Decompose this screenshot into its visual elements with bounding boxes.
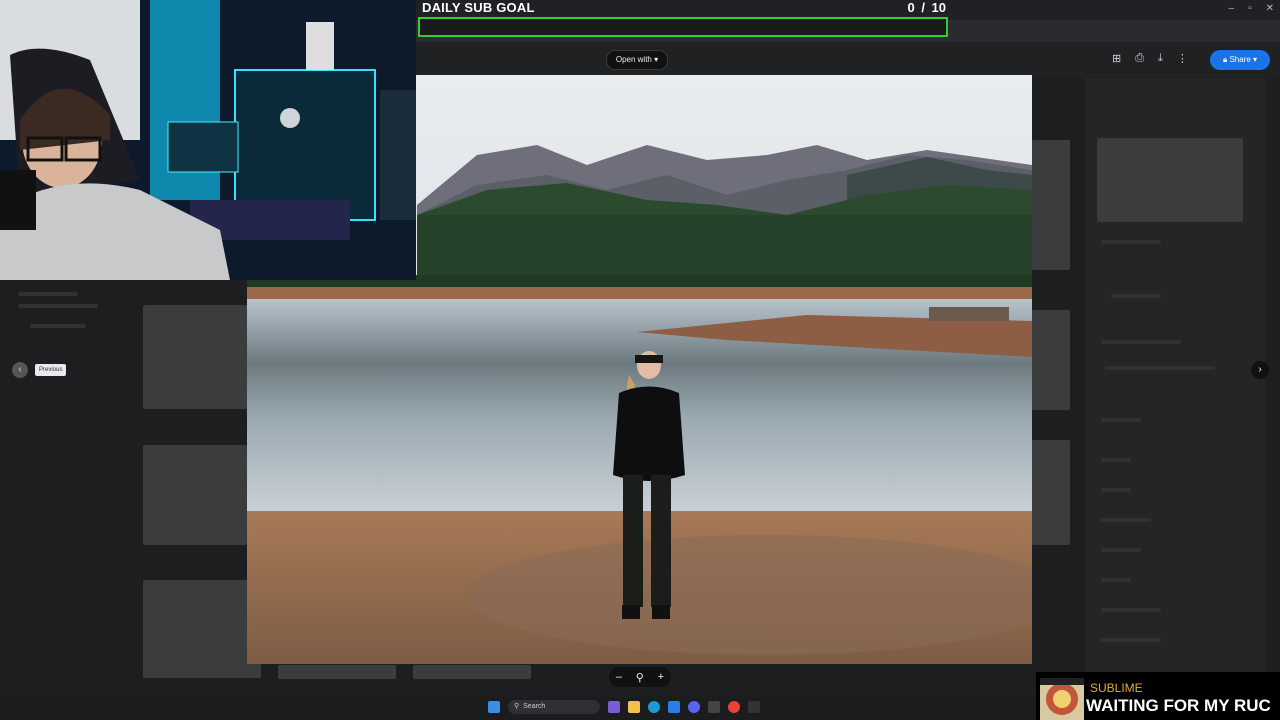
discord-icon[interactable]	[688, 701, 700, 713]
search-icon: ⚲	[514, 703, 520, 710]
now-playing-artist: SUBLIME	[1090, 681, 1143, 695]
webcam-overlay	[0, 0, 416, 280]
details-line	[1101, 488, 1131, 492]
app-icon[interactable]	[748, 701, 760, 713]
download-icon[interactable]: ⤓	[1158, 52, 1163, 65]
details-line	[1105, 366, 1215, 370]
open-with-button[interactable]: Open with ▾	[606, 50, 668, 70]
chevron-right-icon: ›	[1258, 364, 1262, 375]
webcam-feed-illustration	[0, 0, 416, 280]
details-line	[1101, 458, 1131, 462]
taskbar-icons: ⚲ Search	[488, 700, 760, 714]
share-label: Share	[1229, 55, 1251, 64]
more-vert-icon[interactable]: ⋮	[1177, 52, 1188, 65]
terminal-icon[interactable]	[708, 701, 720, 713]
gallery-thumbnail	[413, 665, 531, 679]
details-line	[1101, 418, 1141, 422]
details-line	[1111, 294, 1161, 298]
sub-goal-current: 0	[907, 0, 915, 15]
details-line	[1101, 340, 1181, 344]
zoom-controls: – ⚲ +	[609, 667, 671, 687]
sub-goal-title: DAILY SUB GOAL	[422, 0, 535, 15]
close-icon[interactable]: ✕	[1266, 3, 1274, 14]
search-placeholder: Search	[523, 703, 546, 710]
restore-icon[interactable]: ▫	[1248, 3, 1252, 14]
background-sidebar	[0, 280, 140, 340]
add-comment-icon[interactable]: ⊞	[1112, 52, 1121, 65]
zoom-magnifier-icon[interactable]: ⚲	[636, 671, 644, 684]
details-preview	[1097, 138, 1243, 222]
minimize-icon[interactable]: –	[1229, 3, 1235, 14]
zoom-out-icon[interactable]: –	[616, 671, 622, 683]
details-line	[1101, 608, 1161, 612]
chevron-down-icon: ▾	[654, 55, 659, 64]
details-line	[1101, 240, 1161, 244]
gallery-thumbnail	[1032, 440, 1070, 545]
now-playing-song: WAITING FOR MY RUC	[1086, 696, 1271, 715]
chevron-left-icon: ‹	[18, 364, 22, 375]
copilot-icon[interactable]	[608, 701, 620, 713]
share-button[interactable]: 🔒︎ Share ▾	[1210, 50, 1270, 70]
now-playing-widget: SUBLIME WAITING FOR MY RUC	[1036, 672, 1280, 720]
sidebar-line	[18, 292, 78, 296]
sub-goal-count: 0 / 10	[907, 0, 946, 15]
window-controls: – ▫ ✕	[1229, 3, 1275, 14]
gallery-thumbnail	[1032, 140, 1070, 270]
chrome-icon[interactable]	[728, 701, 740, 713]
file-explorer-icon[interactable]	[628, 701, 640, 713]
details-line	[1101, 578, 1131, 582]
taskbar-search[interactable]: ⚲ Search	[508, 700, 600, 714]
gallery-thumbnail	[143, 305, 247, 409]
viewer-toolbar: ⊞ ⎙ ⤓ ⋮	[1112, 52, 1188, 65]
details-line	[1101, 548, 1141, 552]
next-button[interactable]: ›	[1251, 361, 1269, 379]
lock-icon: 🔒︎	[1222, 55, 1228, 64]
gallery-thumbnail	[143, 445, 247, 545]
open-with-label: Open with	[615, 55, 652, 64]
gallery-thumbnail	[278, 665, 396, 679]
sub-goal-widget: DAILY SUB GOAL 0 / 10	[418, 0, 948, 38]
gallery-thumbnail	[1032, 310, 1070, 410]
zoom-in-icon[interactable]: +	[658, 671, 664, 683]
previous-button[interactable]: ‹	[12, 362, 28, 378]
sidebar-line	[30, 324, 86, 328]
windows-start-icon[interactable]	[488, 701, 500, 713]
sub-goal-progress-bar	[418, 17, 948, 37]
store-icon[interactable]	[668, 701, 680, 713]
sidebar-line	[18, 304, 98, 308]
sub-goal-target: / 10	[921, 0, 946, 15]
edge-icon[interactable]	[648, 701, 660, 713]
gallery-thumbnail	[143, 580, 261, 678]
details-line	[1101, 638, 1161, 642]
details-panel	[1085, 78, 1265, 678]
previous-tooltip: Previous	[35, 364, 67, 376]
share-dropdown-icon[interactable]: ▾	[1253, 55, 1257, 64]
print-icon[interactable]: ⎙	[1135, 52, 1144, 65]
details-line	[1101, 518, 1151, 522]
album-art	[1040, 678, 1084, 720]
